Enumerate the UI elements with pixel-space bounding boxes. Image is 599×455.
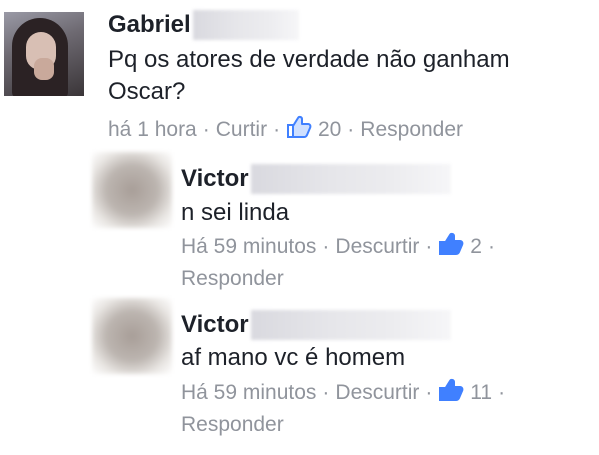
comment-actions: Há 59 minutos · Descurtir · 11 · [181, 378, 511, 411]
reply-button[interactable]: Responder [181, 410, 284, 440]
separator: · [498, 381, 506, 404]
thumbs-up-icon [286, 115, 312, 148]
author-row: Victor [181, 310, 451, 340]
author-name[interactable]: Victor [181, 311, 249, 339]
comment-text-line: af mano vc é homem [181, 344, 406, 371]
separator: · [322, 381, 330, 404]
separator: · [425, 235, 433, 258]
comment-actions: há 1 hora · Curtir · 20 · Responder [108, 115, 463, 148]
reply-button[interactable]: Responder [360, 118, 463, 141]
thumbs-up-icon [438, 232, 464, 265]
redacted-surname [250, 164, 451, 194]
avatar[interactable] [4, 12, 84, 96]
avatar[interactable] [92, 298, 172, 374]
author-row: Gabriel [108, 10, 299, 40]
reply-button[interactable]: Responder [181, 264, 284, 294]
redacted-surname [250, 310, 451, 340]
redacted-surname [192, 10, 299, 40]
like-button[interactable]: Curtir [216, 118, 267, 141]
comment-text-line: Oscar? [108, 78, 186, 105]
like-count[interactable]: 11 [470, 381, 492, 404]
avatar[interactable] [92, 152, 172, 228]
author-name[interactable]: Gabriel [108, 11, 191, 39]
separator: · [273, 118, 281, 141]
author-name[interactable]: Victor [181, 165, 249, 193]
unlike-button[interactable]: Descurtir [335, 381, 419, 404]
thumbs-up-icon [438, 378, 464, 411]
author-row: Victor [181, 164, 451, 194]
like-count[interactable]: 2 [470, 235, 482, 258]
comment-actions: Há 59 minutos · Descurtir · 2 · [181, 232, 501, 265]
separator: · [347, 118, 355, 141]
comment-text-line: Pq os atores de verdade não ganham [108, 46, 510, 73]
timestamp[interactable]: há 1 hora [108, 118, 197, 141]
separator: · [202, 118, 210, 141]
timestamp[interactable]: Há 59 minutos [181, 235, 316, 258]
like-count[interactable]: 20 [318, 118, 341, 141]
unlike-button[interactable]: Descurtir [335, 235, 419, 258]
separator: · [425, 381, 433, 404]
comment-text-line: n sei linda [181, 199, 290, 226]
timestamp[interactable]: Há 59 minutos [181, 381, 316, 404]
separator: · [322, 235, 330, 258]
separator: · [487, 235, 495, 258]
